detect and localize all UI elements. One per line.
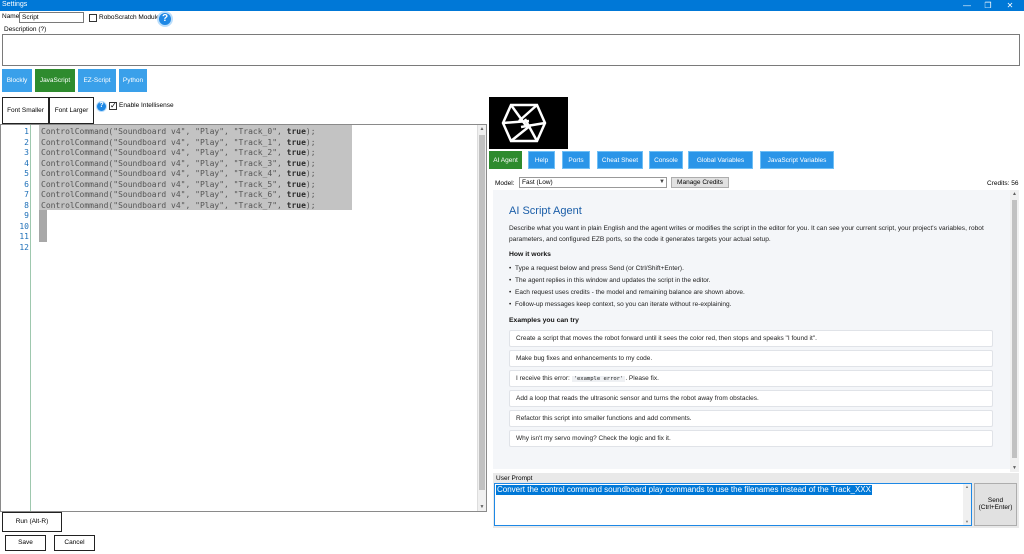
line-number: 11 bbox=[19, 232, 29, 241]
credits-label: Credits: 56 bbox=[987, 180, 1019, 187]
window-title: Settings bbox=[2, 1, 28, 8]
close-icon[interactable]: ✕ bbox=[999, 0, 1021, 11]
code-line: ControlCommand("Soundboard v4", "Play", … bbox=[41, 190, 316, 199]
line-number: 9 bbox=[24, 211, 29, 220]
scroll-down-icon[interactable]: ▼ bbox=[478, 504, 486, 510]
manage-credits-button[interactable]: Manage Credits bbox=[671, 177, 729, 188]
python-button[interactable]: Python bbox=[119, 69, 147, 92]
line-number: 2 bbox=[24, 137, 29, 147]
ai-agent-panel: AI Script Agent Describe what you want i… bbox=[493, 190, 1010, 469]
save-button[interactable]: Save bbox=[5, 535, 46, 551]
line-number-gutter: 1 2 3 4 5 6 7 8 9 10 11 12 bbox=[1, 125, 31, 511]
scrollbar-thumb[interactable] bbox=[479, 135, 485, 490]
name-input[interactable]: Script bbox=[19, 12, 84, 23]
example-prompt[interactable]: Make bug fixes and enhancements to my co… bbox=[509, 350, 993, 367]
examples-heading: Examples you can try bbox=[509, 317, 579, 324]
logo bbox=[489, 97, 568, 149]
scroll-down-icon[interactable]: ▼ bbox=[1010, 465, 1019, 471]
how-item: The agent replies in this window and upd… bbox=[509, 277, 710, 284]
cancel-button[interactable]: Cancel bbox=[54, 535, 95, 551]
tab-ai-agent[interactable]: AI Agent bbox=[489, 151, 522, 169]
user-prompt-input[interactable]: Convert the control command soundboard p… bbox=[494, 483, 972, 526]
code-selection-tail bbox=[39, 210, 47, 242]
scrollbar-thumb[interactable] bbox=[1012, 200, 1017, 458]
intellisense-label: Enable Intellisense bbox=[119, 102, 174, 109]
how-item: Follow-up messages keep context, so you … bbox=[509, 301, 731, 308]
code-line: ControlCommand("Soundboard v4", "Play", … bbox=[41, 169, 316, 178]
code-line: ControlCommand("Soundboard v4", "Play", … bbox=[41, 148, 316, 157]
line-number: 6 bbox=[24, 179, 29, 189]
roboscratch-checkbox[interactable] bbox=[89, 14, 97, 22]
model-select[interactable]: Fast (Low) ▼ bbox=[519, 177, 667, 188]
maximize-icon[interactable]: ❐ bbox=[977, 0, 999, 11]
tab-cheat-sheet[interactable]: Cheat Sheet bbox=[597, 151, 643, 169]
tab-help[interactable]: Help bbox=[528, 151, 555, 169]
minimize-icon[interactable]: — bbox=[956, 0, 978, 11]
model-label: Model: bbox=[495, 180, 515, 187]
tab-console[interactable]: Console bbox=[649, 151, 683, 169]
line-number: 5 bbox=[24, 169, 29, 178]
intellisense-help-icon[interactable]: ? bbox=[96, 101, 107, 112]
intellisense-checkbox[interactable] bbox=[109, 101, 117, 111]
agent-title: AI Script Agent bbox=[509, 205, 582, 217]
scroll-up-icon[interactable]: ▲ bbox=[1010, 191, 1019, 197]
blockly-button[interactable]: Blockly bbox=[2, 69, 32, 92]
agent-description: Describe what you want in plain English … bbox=[509, 225, 984, 243]
editor-scrollbar[interactable]: ▲ ▼ bbox=[477, 125, 486, 511]
example-prompt[interactable]: Why isn't my servo moving? Check the log… bbox=[509, 430, 993, 447]
code-line: ControlCommand("Soundboard v4", "Play", … bbox=[41, 179, 316, 189]
font-smaller-button[interactable]: Font Smaller bbox=[2, 97, 49, 124]
how-it-works-heading: How it works bbox=[509, 251, 551, 258]
help-icon[interactable]: ? bbox=[157, 11, 173, 27]
prompt-scrollbar[interactable]: ▲ ▼ bbox=[963, 484, 971, 525]
chevron-down-icon: ▼ bbox=[659, 179, 665, 185]
line-number: 1 bbox=[24, 127, 29, 136]
title-bar: Settings — ❐ ✕ bbox=[0, 0, 1024, 11]
example-prompt[interactable]: Create a script that moves the robot for… bbox=[509, 330, 993, 347]
run-button[interactable]: Run (Alt-R) bbox=[2, 512, 62, 532]
tab-javascript-variables[interactable]: JavaScript Variables bbox=[760, 151, 834, 169]
user-prompt-label: User Prompt bbox=[496, 475, 533, 482]
line-number: 7 bbox=[24, 190, 29, 199]
line-number: 10 bbox=[19, 221, 29, 231]
ez-script-button[interactable]: EZ-Script bbox=[78, 69, 116, 92]
line-number: 3 bbox=[24, 148, 29, 157]
how-item: Each request uses credits - the model an… bbox=[509, 289, 745, 296]
example-prompt[interactable]: I receive this error: 'example error'. P… bbox=[509, 370, 993, 387]
line-number: 8 bbox=[24, 200, 29, 210]
description-label: Description (?) bbox=[4, 26, 47, 33]
code-line: ControlCommand("Soundboard v4", "Play", … bbox=[41, 127, 316, 136]
code-editor[interactable]: 1 2 3 4 5 6 7 8 9 10 11 12 ControlComman… bbox=[0, 124, 487, 512]
agent-scrollbar[interactable]: ▲ ▼ bbox=[1010, 190, 1019, 472]
example-prompt[interactable]: Refactor this script into smaller functi… bbox=[509, 410, 993, 427]
javascript-button[interactable]: JavaScript bbox=[35, 69, 75, 92]
send-button[interactable]: Send (Ctrl+Enter) bbox=[974, 483, 1017, 526]
code-line: ControlCommand("Soundboard v4", "Play", … bbox=[41, 137, 316, 147]
description-input[interactable] bbox=[2, 34, 1020, 66]
user-prompt-text: Convert the control command soundboard p… bbox=[496, 485, 872, 495]
tab-ports[interactable]: Ports bbox=[562, 151, 590, 169]
font-larger-button[interactable]: Font Larger bbox=[49, 97, 94, 124]
scroll-up-icon[interactable]: ▲ bbox=[478, 126, 486, 132]
roboscratch-label: RoboScratch Module bbox=[99, 14, 160, 21]
code-line: ControlCommand("Soundboard v4", "Play", … bbox=[41, 200, 316, 210]
example-prompt[interactable]: Add a loop that reads the ultrasonic sen… bbox=[509, 390, 993, 407]
line-number: 12 bbox=[19, 242, 29, 252]
name-label: Name bbox=[2, 13, 20, 20]
how-item: Type a request below and press Send (or … bbox=[509, 265, 684, 272]
code-line: ControlCommand("Soundboard v4", "Play", … bbox=[41, 158, 316, 168]
tab-global-variables[interactable]: Global Variables bbox=[688, 151, 753, 169]
line-number: 4 bbox=[24, 158, 29, 168]
